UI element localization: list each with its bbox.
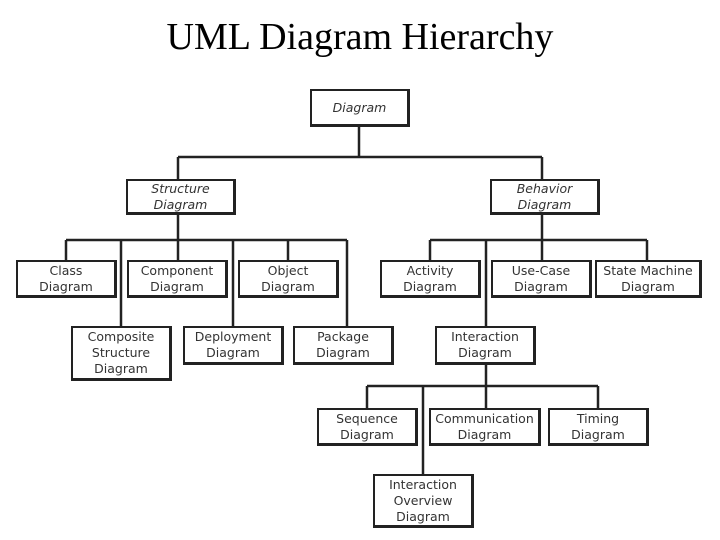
node-label-line: Diagram	[514, 278, 568, 294]
connector-diagram	[176, 126, 544, 179]
node-behavior-diagram: Behavior Diagram	[490, 179, 600, 215]
node-label-line: Diagram	[94, 361, 148, 376]
node-label-line: Structure	[91, 345, 151, 360]
node-structure-diagram: Structure Diagram	[126, 179, 236, 215]
node-label-line: Diagram	[39, 278, 93, 294]
node-label-line: Diagram	[458, 345, 512, 360]
node-label-line: Communication	[435, 410, 534, 426]
node-label-line: Object	[267, 262, 309, 278]
node-label-line: Sequence	[336, 410, 398, 426]
node-label-line: Interaction	[389, 476, 457, 492]
node-label-line: Diagram	[150, 278, 204, 294]
node-label-line: Overview	[393, 492, 453, 508]
node-interaction-diagram: Interaction Diagram	[435, 326, 536, 365]
node-label-line: Diagram	[206, 345, 260, 360]
node-diagram: Diagram	[310, 89, 410, 127]
node-label-line: Deployment	[194, 329, 272, 344]
node-composite-structure-diagram: Composite Structure Diagram	[71, 326, 172, 381]
node-object-diagram: Object Diagram	[238, 260, 339, 298]
node-label-line: Interaction	[451, 329, 519, 344]
node-label-line: Behavior	[516, 180, 573, 196]
node-label-line: Package	[317, 329, 369, 344]
node-label-line: Activity	[406, 262, 454, 278]
node-sequence-diagram: Sequence Diagram	[317, 408, 418, 446]
node-label-line: Diagram	[153, 196, 208, 212]
node-state-machine-diagram: State Machine Diagram	[595, 260, 702, 298]
node-label-line: Structure	[151, 180, 210, 196]
node-label-line: Diagram	[571, 426, 625, 442]
node-package-diagram: Package Diagram	[293, 326, 394, 365]
node-activity-diagram: Activity Diagram	[380, 260, 481, 298]
node-label-line: Diagram	[332, 99, 387, 115]
node-label-line: Diagram	[261, 278, 315, 294]
node-label-line: Composite	[87, 329, 155, 344]
node-label-line: Diagram	[457, 426, 512, 442]
node-label-line: Diagram	[340, 426, 394, 442]
node-label-line: Diagram	[396, 508, 450, 524]
node-component-diagram: Component Diagram	[127, 260, 228, 298]
node-label-line: Class	[49, 262, 83, 278]
node-communication-diagram: Communication Diagram	[429, 408, 541, 446]
node-label-line: Diagram	[621, 278, 675, 294]
node-label-line: Diagram	[517, 196, 572, 212]
node-class-diagram: Class Diagram	[16, 260, 117, 298]
node-timing-diagram: Timing Diagram	[548, 408, 649, 446]
node-label-line: Diagram	[316, 345, 370, 360]
node-label-line: State Machine	[603, 262, 693, 278]
node-interaction-overview-diagram: Interaction Overview Diagram	[373, 474, 474, 528]
node-label-line: Component	[140, 262, 214, 278]
node-label-line: Timing	[576, 410, 620, 426]
node-use-case-diagram: Use-Case Diagram	[491, 260, 592, 298]
node-deployment-diagram: Deployment Diagram	[183, 326, 284, 365]
node-label-line: Use-Case	[511, 262, 571, 278]
node-label-line: Diagram	[403, 278, 457, 294]
